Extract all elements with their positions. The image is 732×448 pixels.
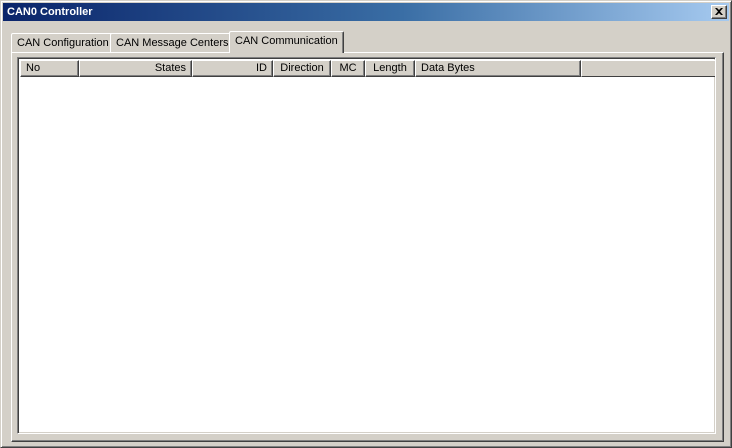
column-header-id[interactable]: ID [192,60,273,77]
tab-panel-can-communication: No States ID Direction MC Length Data By… [11,52,724,442]
list-header: No States ID Direction MC Length Data By… [20,60,715,77]
column-header-mc[interactable]: MC [331,60,365,77]
tab-label: CAN Configuration [17,37,109,49]
column-label: Data Bytes [421,62,475,74]
tab-can-message-centers[interactable]: CAN Message Centers [110,33,235,52]
can0-controller-window: CAN0 Controller CAN Configuration CAN Me… [0,0,732,448]
column-label: Direction [280,62,324,74]
title-bar[interactable]: CAN0 Controller [3,3,729,21]
list-rows-area[interactable] [20,77,713,431]
column-header-data-bytes[interactable]: Data Bytes [415,60,581,77]
column-header-filler [581,60,715,77]
tab-can-configuration[interactable]: CAN Configuration [11,33,115,52]
column-label: MC [339,62,357,74]
column-header-length[interactable]: Length [365,60,415,77]
column-header-direction[interactable]: Direction [273,60,331,77]
column-label: ID [256,62,267,74]
close-icon [715,8,723,15]
column-label: No [26,62,41,74]
column-label: Length [373,62,407,74]
column-label: States [154,62,186,74]
tab-label: CAN Communication [235,35,338,47]
communication-list[interactable]: No States ID Direction MC Length Data By… [17,57,716,434]
tab-label: CAN Message Centers [116,37,229,49]
window-title: CAN0 Controller [7,6,93,18]
close-button[interactable] [711,5,727,19]
tab-can-communication[interactable]: CAN Communication [229,31,344,53]
column-header-no[interactable]: No [20,60,79,77]
column-header-states[interactable]: States [79,60,192,77]
